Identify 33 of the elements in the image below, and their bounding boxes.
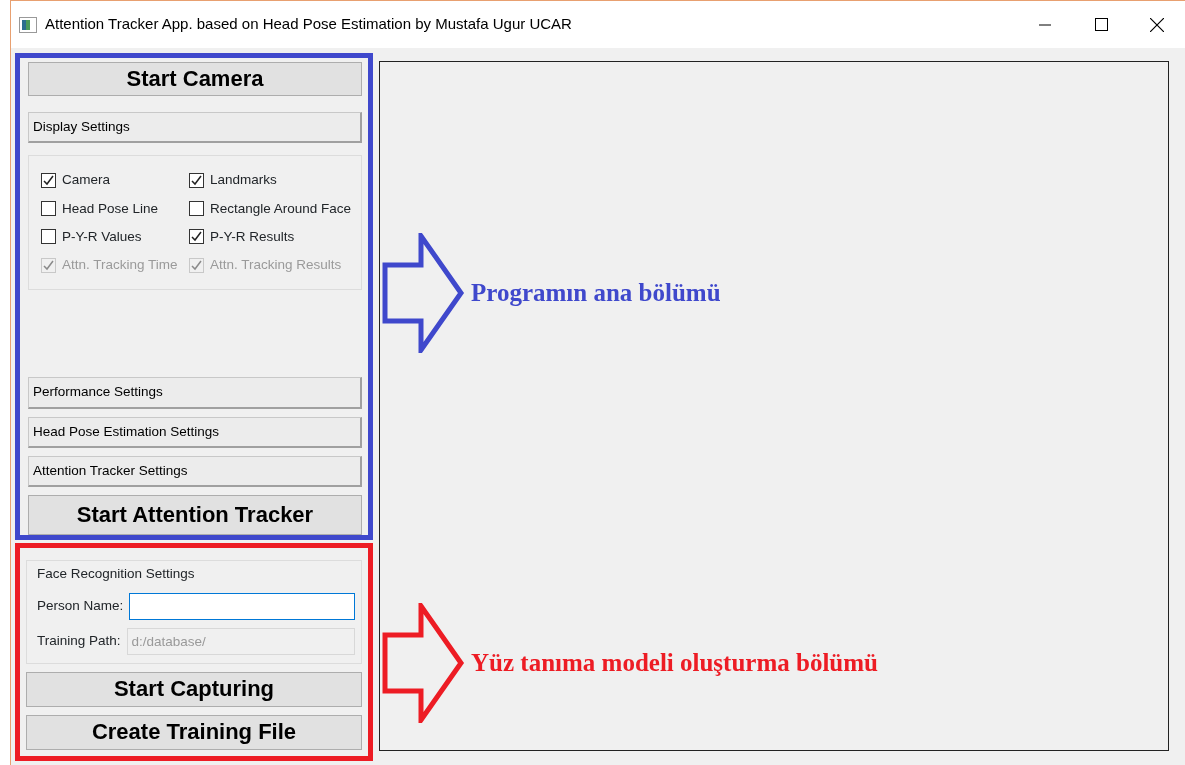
section-header[interactable]: Performance Settings [28,377,362,409]
section-header[interactable]: Head Pose Estimation Settings [28,416,362,448]
action-button[interactable]: Start Capturing [26,672,362,707]
section-header[interactable]: Display Settings [28,112,362,144]
annotation-label: Yüz tanıma modeli oluşturma bölümü [471,648,878,679]
window-title: Attention Tracker App. based on Head Pose Estimation by Mustafa Ugur UCAR [45,14,572,35]
field-label: Person Name: [37,597,124,616]
checkbox-label: Attn. Tracking Time [62,256,178,274]
checkbox[interactable] [189,172,204,188]
input-field[interactable] [129,593,355,620]
section-header[interactable]: Attention Tracker Settings [28,455,362,487]
close-icon [1150,17,1164,32]
field-label: Training Path: [37,632,121,651]
start-attention-tracker-button[interactable]: Start Attention Tracker [28,495,362,535]
checkbox[interactable] [41,201,56,217]
checkbox-label: Camera [62,171,110,190]
checkbox-label: Rectangle Around Face [210,199,352,218]
arrow-icon [381,233,465,353]
checkbox[interactable] [41,229,56,245]
checkbox[interactable] [189,229,204,245]
annotation-label: Programın ana bölümü [471,278,721,309]
checkbox-label: Landmarks [210,171,277,190]
checkbox-label: Attn. Tracking Results [210,256,342,274]
checkbox-label: P-Y-R Results [210,227,295,246]
start-camera-button[interactable]: Start Camera [28,62,362,96]
checkbox-label: P-Y-R Values [62,227,142,246]
maximize-icon [1094,18,1108,31]
checkbox[interactable] [189,201,204,217]
checkbox-label: Head Pose Line [62,199,159,218]
checkbox[interactable] [41,172,56,188]
action-button[interactable]: Create Training File [26,715,362,750]
app-icon [19,16,37,33]
arrow-icon [381,603,465,723]
